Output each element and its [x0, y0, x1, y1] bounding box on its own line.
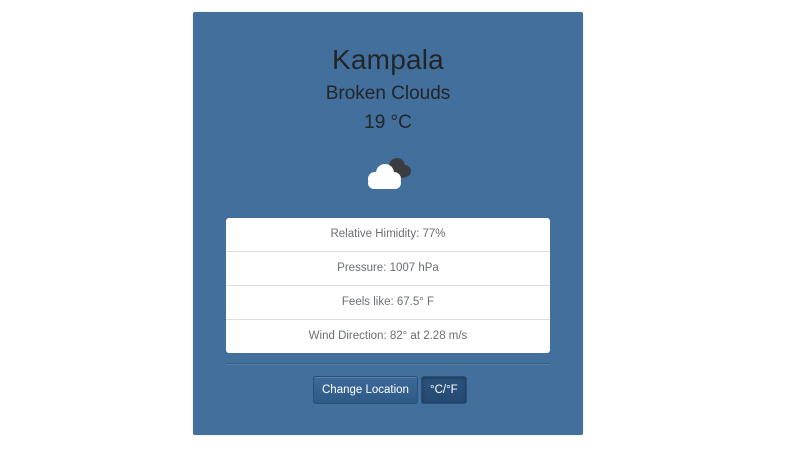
broken-clouds-icon: [368, 158, 411, 189]
divider: [226, 363, 550, 364]
action-buttons: Change Location °C/°F: [313, 376, 467, 404]
pressure-row: Pressure: 1007 hPa: [226, 252, 550, 286]
unit-toggle-button[interactable]: °C/°F: [420, 376, 467, 404]
temperature: 19 °C: [364, 112, 412, 133]
city-name: Kampala: [332, 44, 444, 75]
weather-condition: Broken Clouds: [325, 83, 451, 104]
wind-direction-row: Wind Direction: 82° at 2.28 m/s: [308, 330, 468, 342]
weather-details-list: Relative Himidity: 77% Pressure: 1007 hP…: [226, 218, 550, 353]
humidity-row: Relative Himidity: 77%: [226, 218, 550, 252]
weather-card: Kampala Broken Clouds 19 °C Relative Him…: [193, 12, 583, 435]
change-location-button[interactable]: Change Location: [313, 376, 418, 404]
feels-like-row: Feels like: 67.5° F: [226, 286, 550, 320]
